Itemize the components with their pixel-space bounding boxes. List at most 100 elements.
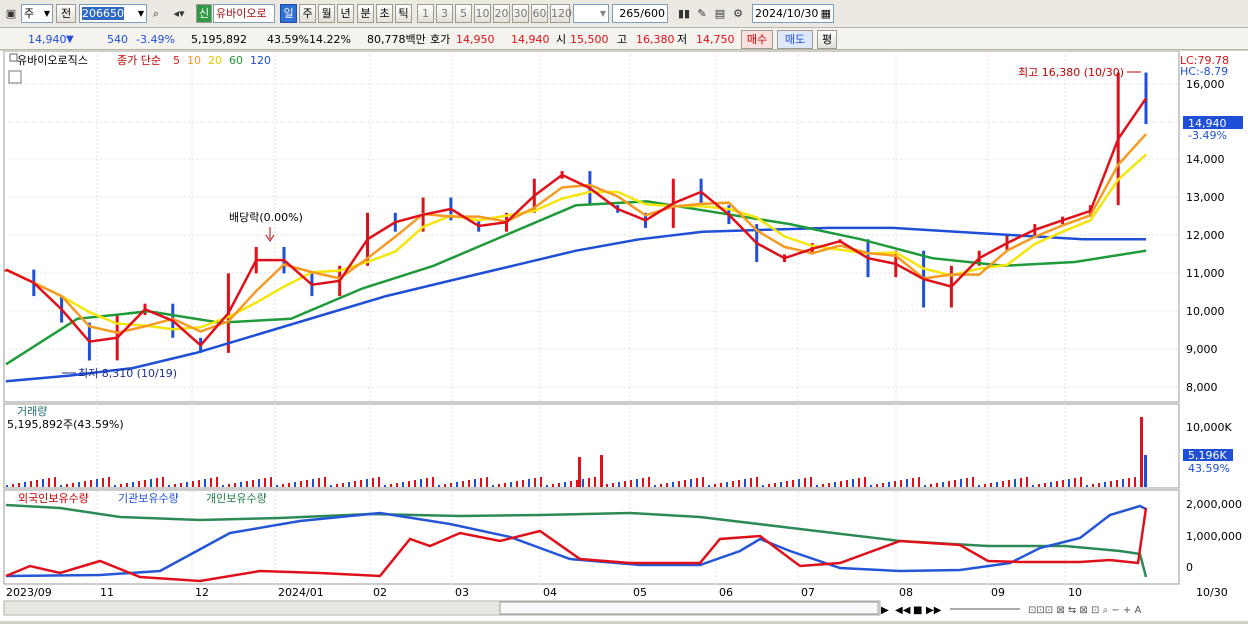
period-day-button[interactable]: 일 bbox=[280, 4, 297, 23]
volume-title: 거래량 bbox=[17, 405, 47, 418]
buy-button[interactable]: 매수 bbox=[741, 30, 773, 49]
grid-toggle-icon[interactable] bbox=[8, 70, 22, 84]
interval-60-button[interactable]: 60 bbox=[531, 4, 548, 23]
period-second-button[interactable]: 초 bbox=[376, 4, 393, 23]
interval-120-button[interactable]: 120 bbox=[550, 4, 572, 23]
volume-bar bbox=[396, 483, 398, 487]
interval-20-button[interactable]: 20 bbox=[493, 4, 510, 23]
stop-icon[interactable]: ■ bbox=[913, 605, 922, 616]
volume-bar bbox=[480, 478, 482, 487]
volume-bar bbox=[972, 477, 974, 487]
volume-bar bbox=[204, 479, 206, 487]
save-icon[interactable]: ▤ bbox=[712, 4, 728, 23]
volume-bar bbox=[264, 478, 266, 487]
volume-bar bbox=[780, 482, 782, 487]
volume-bar bbox=[648, 477, 650, 487]
x-tick: 05 bbox=[633, 586, 647, 599]
volume-bar bbox=[18, 483, 20, 487]
ma-legend-label: 종가 단순 bbox=[117, 54, 161, 67]
volume-bar bbox=[1122, 479, 1124, 487]
volume-bar bbox=[852, 479, 854, 487]
volume-bar bbox=[672, 482, 674, 487]
price-change: 540 bbox=[107, 33, 128, 46]
y-tick: 10,000 bbox=[1186, 305, 1225, 318]
volume-bar bbox=[114, 485, 116, 487]
toolbar-tools-icon[interactable]: ⊡⊡⊡ ⊠ ⇆ ⊠ ⊡ ⌕ − + A bbox=[1028, 605, 1141, 616]
bar-count-input[interactable]: 265/600 bbox=[612, 4, 668, 23]
holdings-individual-label: 개인보유수량 bbox=[206, 492, 267, 505]
x-tick: 07 bbox=[801, 586, 815, 599]
volume-bar bbox=[750, 478, 752, 487]
custom-interval-select[interactable]: ▼ bbox=[573, 4, 609, 23]
volume-bar bbox=[564, 482, 566, 487]
sell-button[interactable]: 매도 bbox=[777, 30, 813, 49]
holdings-tick: 0 bbox=[1186, 561, 1193, 574]
speaker-icon[interactable]: ◂▾ bbox=[166, 4, 192, 23]
prev-button[interactable]: 전 bbox=[56, 4, 76, 23]
period-tick-button[interactable]: 틱 bbox=[395, 4, 412, 23]
volume-bar bbox=[84, 481, 86, 487]
volume-bar bbox=[936, 483, 938, 487]
volume-bar bbox=[6, 485, 8, 487]
volume-bar bbox=[186, 482, 188, 487]
x-axis: 2023/09 11 12 2024/01 02 03 04 05 06 07 … bbox=[6, 586, 1228, 599]
volume-bar bbox=[456, 482, 458, 487]
date-input[interactable]: 2024/10/30 ▦ bbox=[752, 4, 834, 23]
evaluate-button[interactable]: 평 bbox=[817, 30, 837, 49]
ma-legend-120: 120 bbox=[250, 54, 271, 67]
volume-bar bbox=[1086, 485, 1088, 487]
volume-bar bbox=[552, 484, 554, 487]
candle-type-icon[interactable]: ▮▮ bbox=[676, 4, 692, 23]
draw-tool-icon[interactable]: ✎ bbox=[694, 4, 710, 23]
volume-value: 5,195,892 bbox=[191, 33, 247, 46]
period-minute-button[interactable]: 분 bbox=[357, 4, 374, 23]
window-menu-icon[interactable]: ▣ bbox=[3, 4, 19, 23]
open-label: 시 bbox=[556, 33, 567, 46]
period-week-button[interactable]: 주 bbox=[299, 4, 316, 23]
volume-bar bbox=[504, 483, 506, 487]
volume-bar bbox=[954, 480, 956, 487]
interval-5-button[interactable]: 5 bbox=[455, 4, 472, 23]
scrollbar-thumb[interactable] bbox=[499, 601, 879, 615]
rewind-icon[interactable]: ◀◀ bbox=[895, 605, 911, 616]
price-tag-pct: -3.49% bbox=[1188, 129, 1227, 142]
volume-bar bbox=[342, 483, 344, 487]
gear-icon[interactable]: ⚙ bbox=[730, 4, 746, 23]
interval-3-button[interactable]: 3 bbox=[436, 4, 453, 23]
volume-bar bbox=[690, 479, 692, 487]
ma-legend-20: 20 bbox=[208, 54, 222, 67]
chevron-down-icon: ▼ bbox=[137, 9, 144, 18]
volume-bar bbox=[822, 484, 824, 487]
x-tick: 02 bbox=[373, 586, 387, 599]
period-month-button[interactable]: 월 bbox=[318, 4, 335, 23]
period-year-button[interactable]: 년 bbox=[337, 4, 354, 23]
high-label: 고 bbox=[617, 33, 628, 46]
volume-bar bbox=[150, 479, 152, 487]
volume-bar bbox=[624, 481, 626, 487]
volume-bar bbox=[516, 481, 518, 487]
volume-bar bbox=[1068, 479, 1070, 487]
calendar-icon[interactable]: ▦ bbox=[821, 5, 831, 22]
volume-bar bbox=[168, 485, 170, 487]
search-icon[interactable]: ⌕ bbox=[148, 4, 164, 23]
interval-10-button[interactable]: 10 bbox=[474, 4, 491, 23]
x-tick: 10/30 bbox=[1196, 586, 1228, 599]
stock-code-input[interactable]: 206650 ▼ bbox=[79, 4, 147, 23]
volume-bar bbox=[630, 480, 632, 487]
volume-bar bbox=[438, 485, 440, 487]
volume-panel-frame bbox=[3, 403, 1180, 489]
y-tick: 13,000 bbox=[1186, 191, 1225, 204]
volume-bar bbox=[1128, 478, 1130, 487]
volume-bar bbox=[810, 477, 812, 487]
interval-1-button[interactable]: 1 bbox=[417, 4, 434, 23]
play-icon[interactable]: ▶ bbox=[881, 605, 889, 616]
volume-bar bbox=[528, 479, 530, 487]
period-select[interactable]: 주 ▼ bbox=[21, 4, 53, 23]
volume-bar bbox=[102, 478, 104, 487]
volume-bar bbox=[1074, 478, 1076, 487]
volume-bar bbox=[1032, 485, 1034, 487]
volume-bar bbox=[384, 485, 386, 487]
forward-icon[interactable]: ▶▶ bbox=[926, 605, 942, 616]
volume-bar bbox=[660, 484, 662, 487]
interval-30-button[interactable]: 30 bbox=[512, 4, 529, 23]
